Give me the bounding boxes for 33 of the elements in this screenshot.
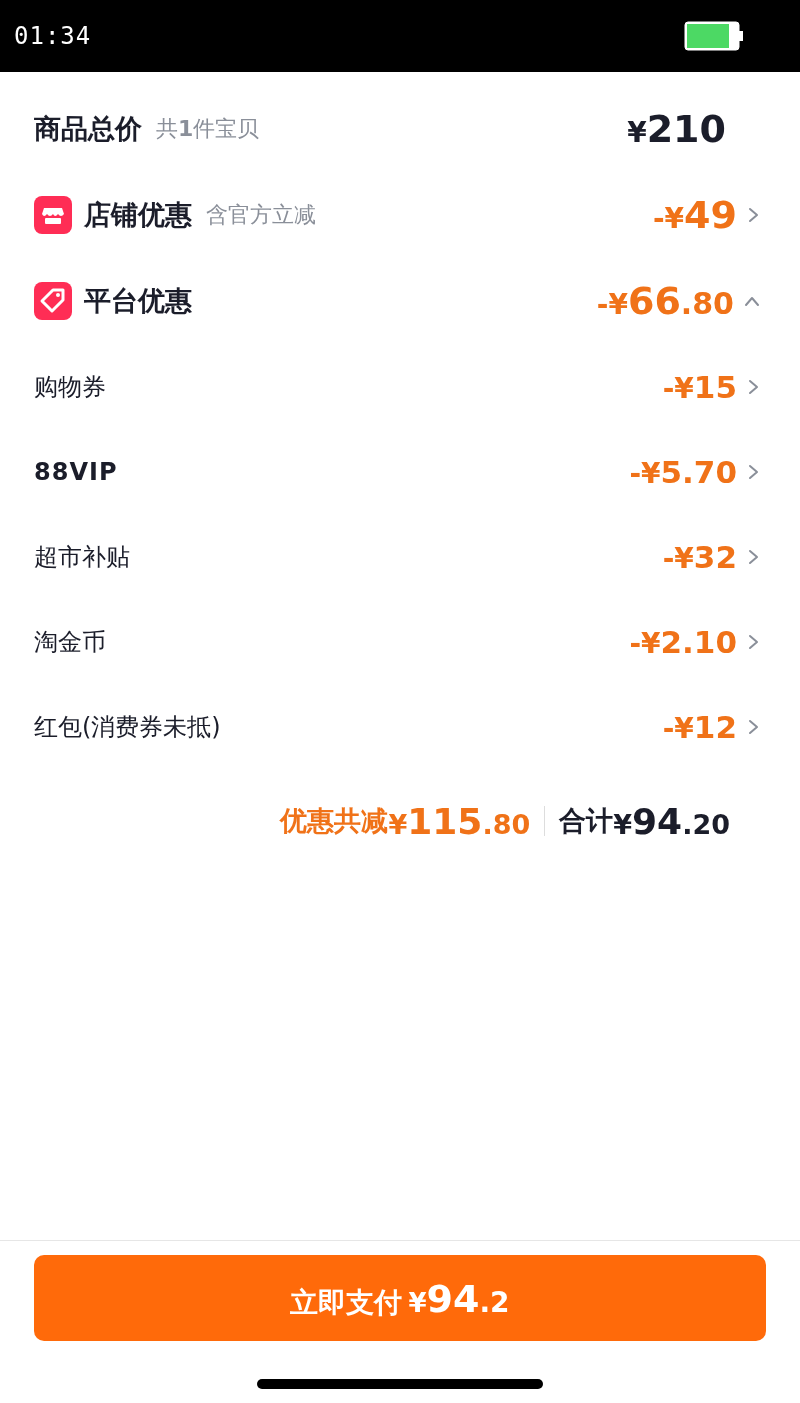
price: -¥5.70 xyxy=(629,453,737,490)
price: -¥49 xyxy=(653,193,737,237)
row-label: 平台优惠 xyxy=(84,284,192,318)
price: -¥32 xyxy=(662,538,737,575)
store-icon xyxy=(34,196,72,234)
row-label: 商品总价 xyxy=(34,112,142,146)
tag-icon xyxy=(34,282,72,320)
price: ¥94.20 xyxy=(613,800,730,842)
row-label: 店铺优惠 xyxy=(84,198,192,232)
platform-discount-row[interactable]: 平台优惠 -¥66.80 xyxy=(34,258,760,344)
price: -¥66.80 xyxy=(596,279,734,323)
price: -¥12 xyxy=(662,708,737,745)
row-note: 含官方立减 xyxy=(206,201,316,229)
price: -¥15 xyxy=(662,368,737,405)
chevron-right-icon xyxy=(747,633,760,650)
battery-icon xyxy=(684,21,744,51)
total-label: 合计 xyxy=(559,804,614,838)
chevron-right-icon xyxy=(747,463,760,480)
price: ¥115.80 xyxy=(388,800,531,842)
chevron-right-icon xyxy=(747,548,760,565)
discount-row[interactable]: 88VIP -¥5.70 xyxy=(34,429,760,514)
discount-row[interactable]: 超市补贴 -¥32 xyxy=(34,514,760,599)
chevron-right-icon xyxy=(747,207,760,223)
discount-row[interactable]: 红包(消费券未抵) -¥12 xyxy=(34,684,760,769)
row-note: 共1件宝贝 xyxy=(156,115,260,143)
price: -¥2.10 xyxy=(629,623,737,660)
chevron-right-icon xyxy=(747,378,760,395)
discount-row[interactable]: 淘金币 -¥2.10 xyxy=(34,599,760,684)
discount-row[interactable]: 购物券 -¥15 xyxy=(34,344,760,429)
price: ¥210 xyxy=(627,107,726,151)
clock-time: 01:34 xyxy=(14,22,92,50)
discount-total-label: 优惠共减 xyxy=(280,804,389,838)
chevron-right-icon xyxy=(747,718,760,735)
